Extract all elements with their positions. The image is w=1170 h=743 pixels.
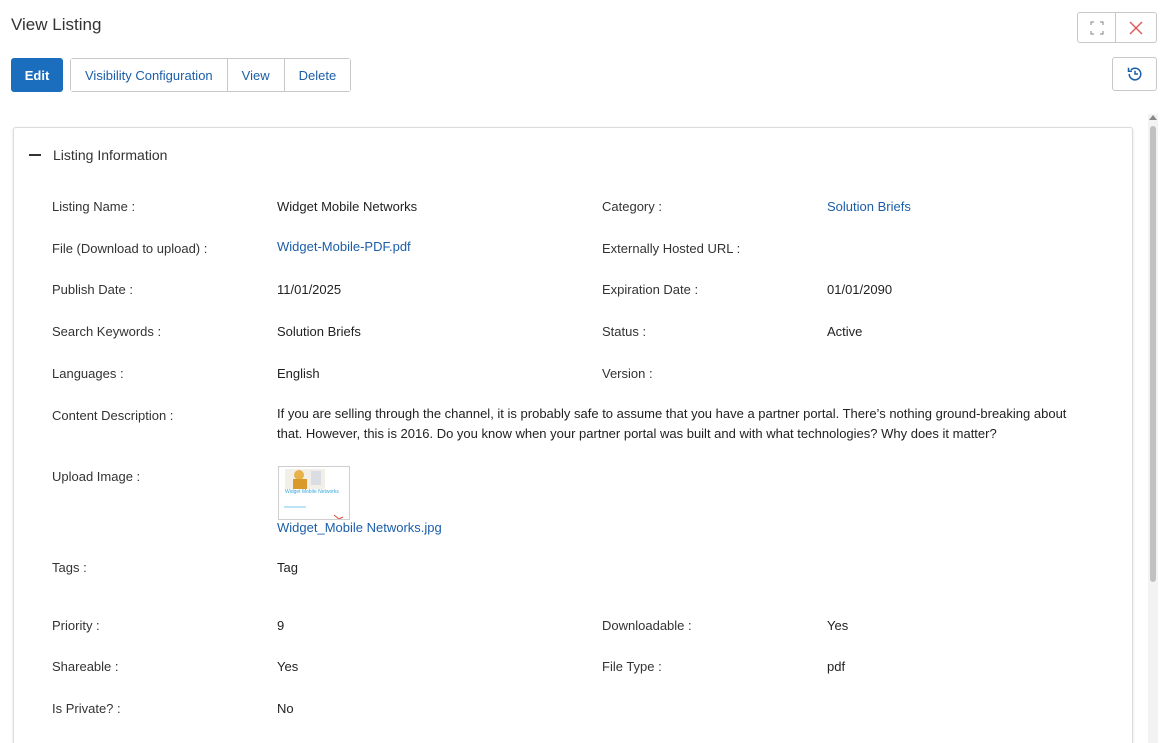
file-label: File (Download to upload) :	[52, 241, 208, 256]
scrollbar-thumb[interactable]	[1150, 126, 1156, 582]
shareable-value: Yes	[277, 659, 299, 674]
section-title: Listing Information	[53, 147, 168, 163]
section-header[interactable]: Listing Information	[29, 147, 167, 163]
content-description-value: If you are selling through the channel, …	[277, 406, 1067, 441]
page-title: View Listing	[11, 15, 102, 34]
expiration-date-label: Expiration Date :	[602, 282, 699, 297]
view-button[interactable]: View	[227, 59, 285, 91]
is-private-value: No	[277, 701, 294, 716]
search-keywords-label: Search Keywords :	[52, 324, 162, 339]
image-thumbnail[interactable]: Widget Mobile Networks	[278, 466, 350, 520]
minus-icon[interactable]	[29, 154, 41, 156]
visibility-configuration-button[interactable]: Visibility Configuration	[71, 59, 228, 91]
is-private-label: Is Private? :	[52, 701, 121, 716]
upload-image-label: Upload Image :	[52, 469, 141, 484]
file-link[interactable]: Widget-Mobile-PDF.pdf	[277, 239, 411, 254]
priority-label: Priority :	[52, 618, 100, 633]
category-label: Category :	[602, 199, 662, 214]
downloadable-label: Downloadable :	[602, 618, 692, 633]
languages-label: Languages :	[52, 366, 124, 381]
file-type-value: pdf	[827, 659, 846, 674]
tags-label: Tags :	[52, 560, 87, 575]
expand-button[interactable]	[1077, 12, 1116, 43]
publish-date-label: Publish Date :	[52, 282, 133, 297]
action-button-group: Visibility Configuration View Delete	[70, 58, 352, 92]
upload-image-link[interactable]: Widget_Mobile Networks.jpg	[277, 520, 442, 535]
listing-information-panel: Listing Information Listing Name : Widge…	[13, 127, 1133, 743]
status-label: Status :	[602, 324, 647, 339]
search-keywords-value: Solution Briefs	[277, 324, 361, 339]
content-description-label: Content Description :	[52, 408, 174, 423]
tags-value: Tag	[277, 560, 298, 575]
publish-date-value: 11/01/2025	[277, 282, 342, 297]
downloadable-value: Yes	[827, 618, 849, 633]
status-value: Active	[827, 324, 863, 339]
expiration-date-value: 01/01/2090	[827, 282, 893, 297]
toolbar: Edit Visibility Configuration View Delet…	[11, 58, 352, 92]
expand-icon	[1089, 20, 1104, 35]
close-button[interactable]	[1116, 12, 1157, 43]
close-icon	[1129, 21, 1143, 34]
scrollbar[interactable]	[1148, 114, 1158, 743]
languages-value: English	[277, 366, 320, 381]
category-link[interactable]: Solution Briefs	[827, 199, 911, 214]
history-button[interactable]	[1112, 57, 1157, 91]
listing-name-value: Widget Mobile Networks	[277, 199, 418, 214]
edit-button[interactable]: Edit	[11, 58, 63, 92]
shareable-label: Shareable :	[52, 659, 119, 674]
file-type-label: File Type :	[602, 659, 662, 674]
listing-name-label: Listing Name :	[52, 199, 136, 214]
scroll-up-icon[interactable]	[1149, 115, 1157, 120]
history-icon	[1127, 67, 1142, 81]
external-url-label: Externally Hosted URL :	[602, 241, 741, 256]
thumbnail-caption: Widget Mobile Networks	[285, 489, 339, 495]
priority-value: 9	[277, 618, 285, 633]
delete-button[interactable]: Delete	[284, 59, 351, 91]
version-label: Version :	[602, 366, 653, 381]
